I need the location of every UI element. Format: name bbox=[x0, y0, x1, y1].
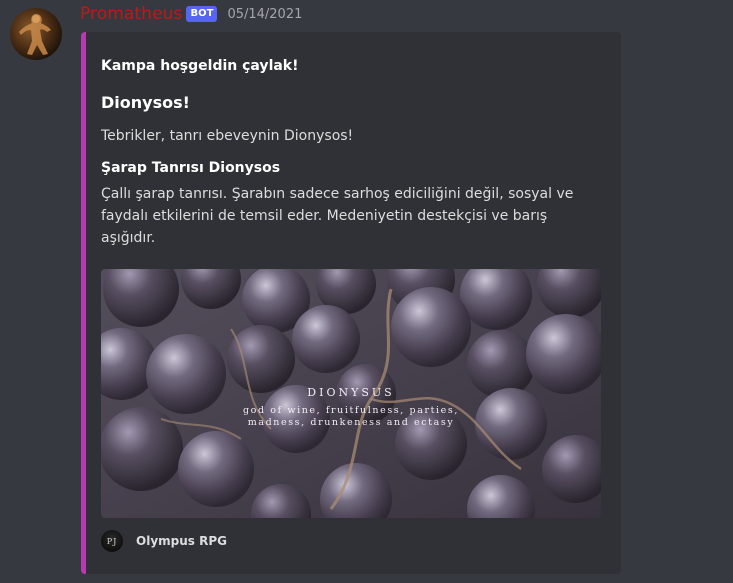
username[interactable]: Promatheus bbox=[80, 4, 182, 24]
avatar[interactable] bbox=[10, 8, 62, 60]
embed-image[interactable]: DIONYSUS god of wine, fruitfulness, part… bbox=[101, 269, 601, 518]
message-timestamp: 05/14/2021 bbox=[227, 6, 303, 22]
embed-footer-text: Olympus RPG bbox=[136, 534, 227, 548]
message-header: Promatheus BOT 05/14/2021 bbox=[80, 2, 302, 26]
embed-description: Tebrikler, tanrı ebeveynin Dionysos! bbox=[101, 128, 354, 144]
image-caption-title: DIONYSUS bbox=[307, 386, 395, 399]
image-caption-line2: madness, drunkeness and ectasy bbox=[247, 417, 455, 428]
embed-field-value: Çallı şarap tanrısı. Şarabın sadece sarh… bbox=[101, 186, 574, 246]
embed-footer: PJ Olympus RPG bbox=[101, 529, 227, 553]
embed-field-name: Şarap Tanrısı Dionysos bbox=[101, 160, 281, 176]
bot-badge: BOT bbox=[186, 6, 218, 22]
embed-author: Kampa hoşgeldin çaylak! bbox=[101, 58, 299, 74]
olympus-rpg-icon: PJ bbox=[101, 530, 123, 552]
image-caption-line1: god of wine, fruitfulness, parties, bbox=[242, 405, 459, 416]
embed-card: Kampa hoşgeldin çaylak! Dionysos! Tebrik… bbox=[81, 32, 621, 574]
embed-title: Dionysos! bbox=[101, 93, 190, 112]
bronze-statue-avatar-icon bbox=[19, 14, 51, 55]
image-caption: DIONYSUS god of wine, fruitfulness, part… bbox=[101, 386, 601, 429]
